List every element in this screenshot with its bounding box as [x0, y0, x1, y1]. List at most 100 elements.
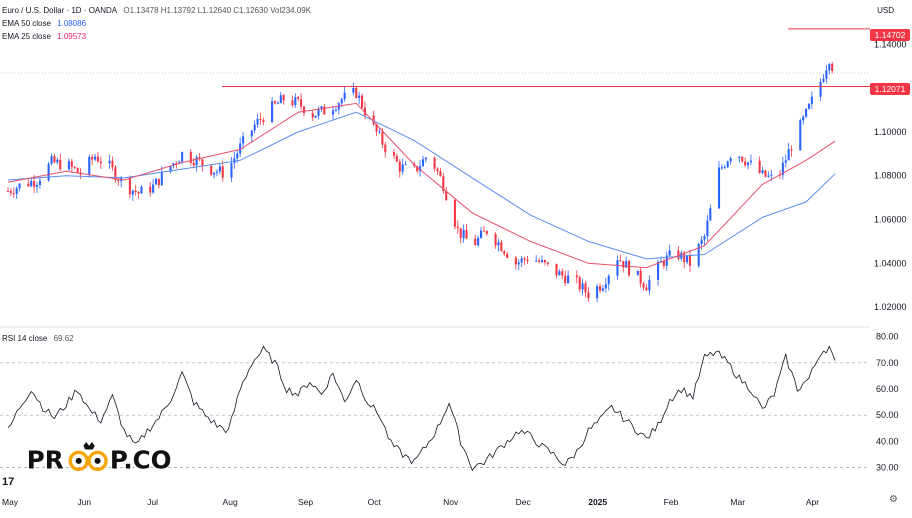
- candle-body: [99, 161, 102, 164]
- candle-body: [601, 288, 604, 291]
- candle-body: [523, 258, 526, 260]
- candle-body: [282, 95, 285, 101]
- rsi-value: 69.62: [53, 334, 74, 343]
- gear-icon[interactable]: ⚙: [889, 494, 898, 505]
- candle-body: [543, 260, 546, 263]
- candle-body: [279, 95, 282, 104]
- candle-body: [395, 155, 398, 162]
- candle-body: [645, 287, 648, 291]
- candle-body: [607, 275, 610, 285]
- candle-body: [67, 161, 70, 170]
- candle-body: [619, 260, 622, 262]
- candle-body: [439, 171, 442, 177]
- candle-body: [717, 167, 721, 209]
- candle-body: [578, 277, 581, 290]
- candle-body: [18, 183, 21, 189]
- candle-body: [9, 191, 12, 194]
- ema25-line: [7, 102, 836, 269]
- candle-body: [584, 283, 587, 293]
- candle-body: [494, 233, 497, 246]
- candle-body: [73, 166, 76, 168]
- candle-body: [770, 174, 773, 176]
- candle-body: [149, 186, 152, 193]
- horizontal-levels[interactable]: [222, 28, 870, 88]
- symbol-title[interactable]: Euro / U.S. Dollar · 1D · OANDA: [2, 6, 117, 15]
- candle-body: [70, 161, 73, 167]
- price-axis[interactable]: 1.020001.040001.060001.080001.100001.140…: [874, 39, 907, 312]
- candle-body: [50, 156, 53, 164]
- chart-root[interactable]: 1.02000 1.04000 1.06000 1.08000 1.10000 1.140…: [0, 0, 912, 513]
- candle-body: [331, 110, 335, 115]
- month-label: Apr: [806, 497, 819, 507]
- candle-body: [291, 100, 294, 106]
- proop-logo: PR P.CO: [27, 442, 172, 474]
- candle-body: [294, 97, 297, 106]
- candle-body: [91, 156, 94, 160]
- candle-body: [401, 164, 404, 172]
- candle-body: [262, 119, 265, 122]
- ema25-legend[interactable]: EMA 25 close 1.09573: [2, 32, 90, 41]
- candle-body: [302, 106, 306, 114]
- rsi-axis[interactable]: 30.00 40.00 50.00 60.00 70.00 80.00: [876, 332, 899, 473]
- candle-body: [256, 118, 259, 125]
- chart-svg[interactable]: 1.020001.040001.060001.080001.100001.140…: [0, 0, 912, 513]
- rsi-label: RSI 14 close: [2, 334, 48, 343]
- rsi-tick-label: 50.00: [876, 410, 899, 420]
- tradingview-logo[interactable]: 17: [2, 476, 14, 488]
- time-axis[interactable]: May Jun Jul Aug Sep Oct Nov Dec 2025 Feb Mar Apr: [2, 497, 819, 507]
- candle-body: [213, 172, 216, 175]
- candle-body: [480, 230, 483, 238]
- candle-body: [555, 263, 558, 276]
- candle-body: [242, 136, 245, 144]
- candle-body: [361, 95, 364, 108]
- ema50-legend[interactable]: EMA 50 close 1.08086: [2, 19, 90, 28]
- month-label: Jun: [77, 497, 91, 507]
- candle-body: [761, 170, 764, 174]
- candlestick-series[interactable]: [6, 61, 834, 303]
- candle-body: [12, 193, 15, 195]
- candle-body: [314, 115, 317, 118]
- candle-body: [639, 270, 642, 284]
- month-label: Mar: [730, 497, 745, 507]
- candle-body: [688, 255, 692, 266]
- candle-body: [210, 165, 213, 175]
- candle-body: [236, 153, 239, 159]
- candle-body: [749, 160, 752, 163]
- candle-body: [535, 260, 538, 262]
- candle-body: [517, 262, 520, 265]
- rsi-tick-label: 70.00: [876, 358, 899, 368]
- candle-body: [250, 130, 253, 137]
- candle-body: [192, 162, 195, 166]
- candle-body: [131, 190, 134, 195]
- candle-body: [726, 161, 729, 168]
- candle-body: [311, 113, 314, 118]
- candle-body: [392, 152, 396, 156]
- month-label: Feb: [664, 497, 679, 507]
- candle-body: [648, 279, 651, 291]
- candle-body: [540, 260, 544, 262]
- candle-body: [787, 149, 790, 161]
- candle-body: [453, 200, 456, 227]
- candle-body: [94, 156, 97, 160]
- candle-body: [358, 95, 361, 98]
- ema50-value: 1.08086: [57, 19, 87, 28]
- candle-body: [334, 109, 337, 111]
- candle-body: [526, 259, 529, 262]
- currency-selector[interactable]: USD: [877, 6, 894, 15]
- candle-body: [201, 159, 204, 166]
- candle-body: [598, 286, 602, 291]
- candle-body: [790, 149, 793, 151]
- ema25-label: EMA 25 close: [2, 32, 51, 41]
- candle-body: [88, 156, 91, 175]
- candle-body: [581, 283, 584, 290]
- candle-body: [706, 220, 709, 237]
- month-label: Dec: [516, 497, 532, 507]
- candle-body: [15, 188, 18, 194]
- candle-body: [746, 162, 750, 166]
- candle-body: [59, 159, 62, 170]
- candle-body: [503, 251, 506, 254]
- rsi-legend[interactable]: RSI 14 close 69.62: [2, 334, 78, 343]
- candle-body: [482, 230, 485, 232]
- candle-body: [810, 96, 813, 104]
- ema25-value: 1.09573: [57, 32, 87, 41]
